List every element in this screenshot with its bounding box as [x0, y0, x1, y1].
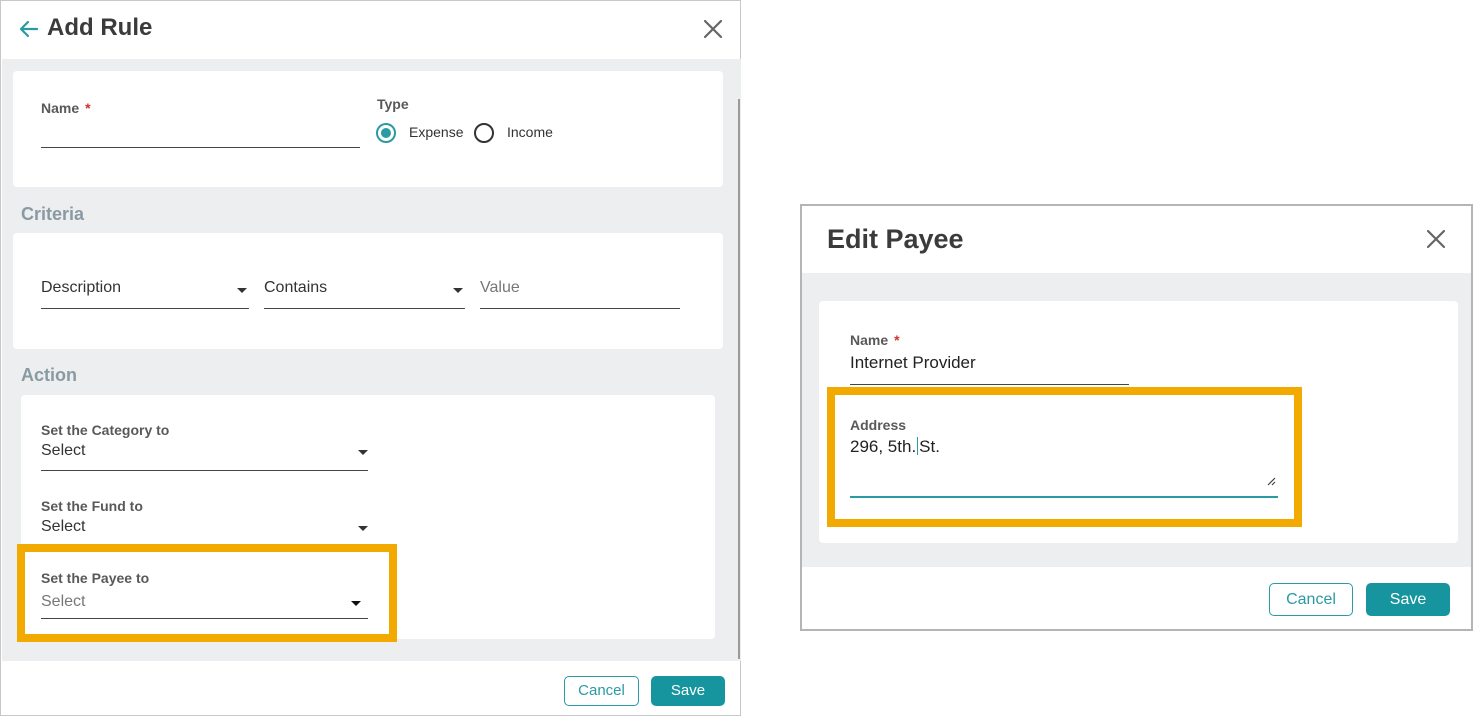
name-input[interactable] — [41, 121, 360, 147]
category-select[interactable]: Select — [41, 440, 368, 470]
scrollbar[interactable] — [738, 99, 740, 659]
income-radio[interactable] — [474, 123, 494, 143]
name-label-text: Name — [41, 100, 80, 116]
payee-name-input[interactable]: Internet Provider — [850, 351, 1129, 383]
payee-name-value: Internet Provider — [850, 353, 976, 372]
category-action-label: Set the Category to — [41, 422, 170, 438]
add-rule-header: Add Rule — [1, 1, 740, 59]
criteria-value-placeholder: Value — [480, 279, 520, 296]
chevron-down-icon — [453, 288, 463, 293]
criteria-field-value: Description — [41, 279, 122, 296]
fund-select[interactable]: Select — [41, 516, 368, 546]
criteria-operator-select[interactable]: Contains — [264, 277, 465, 309]
criteria-card: Description Contains Value — [13, 233, 723, 349]
criteria-field-select[interactable]: Description — [41, 277, 249, 309]
chevron-down-icon — [237, 288, 247, 293]
required-mark: * — [85, 100, 91, 116]
payee-name-label-text: Name — [850, 332, 889, 348]
criteria-value-underline — [480, 308, 680, 309]
expense-radio[interactable] — [376, 123, 396, 143]
criteria-heading: Criteria — [21, 204, 85, 224]
save-button[interactable]: Save — [1366, 583, 1450, 616]
cancel-button[interactable]: Cancel — [564, 676, 639, 706]
edit-payee-dialog: Edit Payee Name * Internet Provider Addre… — [800, 204, 1473, 631]
payee-name-label: Name * — [850, 332, 900, 348]
name-label: Name * — [41, 100, 91, 116]
page-title: Add Rule — [47, 14, 153, 41]
add-rule-body: Name * Type Expense Income Criteria Descr… — [2, 59, 741, 661]
add-rule-panel: Add Rule Name * Type Expense Income Crite… — [0, 0, 741, 716]
cancel-button[interactable]: Cancel — [1269, 583, 1353, 616]
criteria-field-underline — [41, 308, 249, 309]
name-type-card: Name * Type Expense Income — [13, 71, 723, 187]
back-arrow-icon[interactable] — [17, 17, 41, 41]
chevron-down-icon — [358, 450, 368, 455]
add-rule-footer: Cancel Save — [1, 661, 740, 715]
criteria-operator-underline — [264, 308, 465, 309]
dialog-title: Edit Payee — [827, 224, 964, 254]
fund-action-label: Set the Fund to — [41, 498, 143, 514]
payee-highlight-box — [17, 544, 397, 642]
criteria-value-input[interactable]: Value — [480, 277, 680, 309]
payee-name-underline — [850, 384, 1129, 385]
name-input-underline — [41, 147, 360, 148]
close-icon[interactable] — [1424, 227, 1448, 251]
close-icon[interactable] — [701, 17, 725, 41]
action-heading: Action — [21, 365, 77, 385]
chevron-down-icon — [358, 526, 368, 531]
income-radio-label[interactable]: Income — [507, 124, 553, 140]
criteria-operator-value: Contains — [264, 279, 328, 296]
required-mark: * — [894, 332, 900, 348]
edit-payee-body: Name * Internet Provider Address 296, 5th… — [802, 273, 1471, 567]
type-label: Type — [377, 96, 409, 112]
category-select-value: Select — [41, 442, 86, 459]
save-button[interactable]: Save — [651, 676, 725, 706]
expense-radio-label[interactable]: Expense — [409, 124, 463, 140]
fund-select-value: Select — [41, 518, 86, 535]
address-highlight-box — [827, 387, 1302, 527]
category-select-underline — [41, 470, 368, 471]
